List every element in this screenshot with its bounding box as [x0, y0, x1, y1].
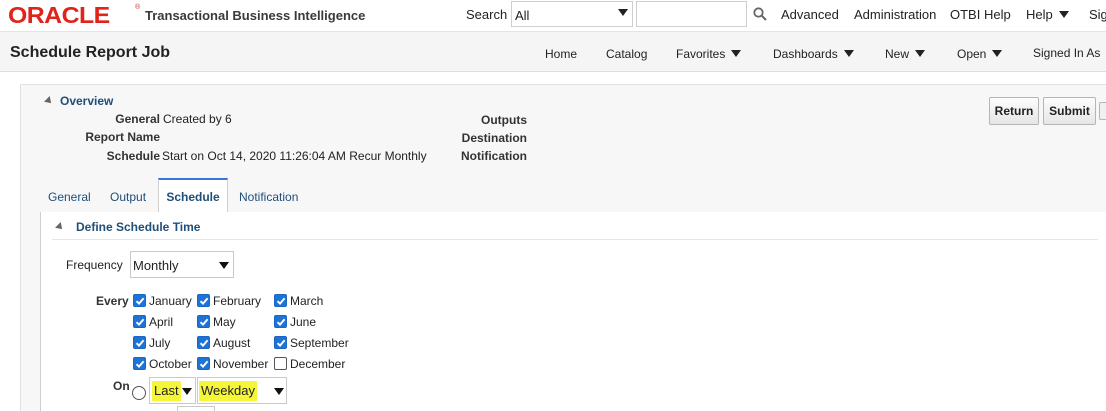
frequency-value: Monthly — [133, 258, 179, 273]
month-label: November — [213, 357, 269, 371]
help-menu-label: Help — [1026, 7, 1053, 22]
chevron-down-icon — [843, 50, 854, 57]
notification-label: Notification — [461, 149, 527, 163]
checkbox-checked[interactable] — [274, 294, 287, 307]
month-label: March — [290, 294, 324, 308]
new-label: New — [885, 47, 910, 61]
open-menu[interactable]: Open — [957, 47, 1003, 61]
favorites-menu[interactable]: Favorites — [676, 47, 742, 61]
frequency-label: Frequency — [66, 258, 123, 272]
oracle-logo[interactable]: ORACLE — [8, 2, 110, 29]
frequency-select[interactable]: Monthly — [130, 251, 234, 278]
product-name: Transactional Business Intelligence — [145, 8, 366, 23]
signed-in-as-menu[interactable]: Signed In As — [1033, 46, 1100, 60]
favorites-label: Favorites — [676, 47, 726, 61]
administration-link[interactable]: Administration — [854, 7, 936, 22]
chevron-down-icon — [731, 50, 742, 57]
report-name-label: Report Name — [85, 130, 160, 144]
next-field[interactable] — [177, 406, 215, 411]
on-radio[interactable] — [132, 386, 146, 400]
sign-out-link[interactable]: Sig — [1089, 7, 1106, 22]
dashboards-menu[interactable]: Dashboards — [773, 47, 854, 61]
tab-schedule[interactable]: Schedule — [158, 178, 228, 212]
tab-notification[interactable]: Notification — [239, 190, 298, 204]
on-day-value: Weekday — [199, 381, 257, 401]
search-label: Search — [466, 7, 508, 22]
chevron-down-icon — [618, 9, 628, 16]
checkbox-checked[interactable] — [133, 315, 146, 328]
outputs-label: Outputs — [481, 113, 527, 127]
on-day-select[interactable]: Weekday — [197, 377, 287, 404]
chevron-down-icon — [992, 50, 1003, 57]
search-icon[interactable] — [753, 7, 767, 21]
general-value: Created by 6 — [163, 112, 232, 126]
checkbox-checked[interactable] — [274, 336, 287, 349]
month-label: February — [213, 294, 262, 308]
otbi-help-link[interactable]: OTBI Help — [950, 7, 1011, 22]
submit-button[interactable]: Submit — [1043, 97, 1096, 125]
tab-schedule-label: Schedule — [166, 190, 220, 204]
month-label: May — [213, 315, 236, 329]
checkbox-checked[interactable] — [133, 294, 146, 307]
page-title: Schedule Report Job — [10, 44, 171, 61]
chevron-down-icon — [274, 388, 284, 395]
schedule-value: Start on Oct 14, 2020 11:26:04 AM Recur … — [162, 149, 427, 163]
tab-general[interactable]: General — [48, 190, 91, 204]
section-title[interactable]: Define Schedule Time — [76, 220, 200, 234]
every-label: Every — [96, 294, 129, 308]
month-label: April — [149, 315, 174, 329]
page-header-bar: Schedule Report Job Home Catalog Favorit… — [0, 31, 1106, 72]
search-scope-value: All — [515, 8, 530, 23]
month-label: June — [290, 315, 317, 329]
catalog-link[interactable]: Catalog — [606, 47, 647, 61]
checkbox-checked[interactable] — [197, 315, 210, 328]
search-scope-select[interactable]: All — [511, 1, 633, 27]
month-label: October — [149, 357, 192, 371]
on-label: On — [113, 379, 130, 393]
chevron-down-icon — [219, 262, 229, 269]
dashboards-label: Dashboards — [773, 47, 838, 61]
checkbox-checked[interactable] — [274, 315, 287, 328]
registered-mark: ® — [135, 4, 141, 11]
general-label: General — [115, 112, 160, 126]
help-menu[interactable]: Help — [1026, 7, 1069, 22]
on-position-select[interactable]: Last — [149, 377, 196, 404]
open-label: Open — [957, 47, 987, 61]
search-input[interactable] — [636, 1, 747, 27]
month-label: September — [290, 336, 349, 350]
schedule-label: Schedule — [106, 149, 160, 163]
checkbox-checked[interactable] — [133, 336, 146, 349]
new-menu[interactable]: New — [885, 47, 926, 61]
more-button[interactable] — [1099, 102, 1106, 120]
month-label: December — [290, 357, 346, 371]
checkbox-checked[interactable] — [197, 294, 210, 307]
month-label: August — [213, 336, 251, 350]
overview-title[interactable]: Overview — [60, 94, 113, 108]
on-position-value: Last — [152, 381, 181, 401]
home-link[interactable]: Home — [545, 47, 577, 61]
chevron-down-icon — [1058, 11, 1069, 18]
checkbox-checked[interactable] — [197, 336, 210, 349]
checkbox-checked[interactable] — [133, 357, 146, 370]
return-button[interactable]: Return — [989, 97, 1039, 125]
month-label: July — [149, 336, 171, 350]
chevron-down-icon — [915, 50, 926, 57]
section-divider — [52, 239, 1098, 240]
top-brand-bar: ORACLE ® Transactional Business Intellig… — [0, 0, 1106, 31]
checkbox-unchecked[interactable] — [274, 357, 287, 370]
chevron-down-icon — [182, 388, 192, 395]
tab-output[interactable]: Output — [110, 190, 146, 204]
destination-label: Destination — [461, 131, 527, 145]
checkbox-checked[interactable] — [197, 357, 210, 370]
month-label: January — [149, 294, 192, 308]
advanced-link[interactable]: Advanced — [781, 7, 839, 22]
